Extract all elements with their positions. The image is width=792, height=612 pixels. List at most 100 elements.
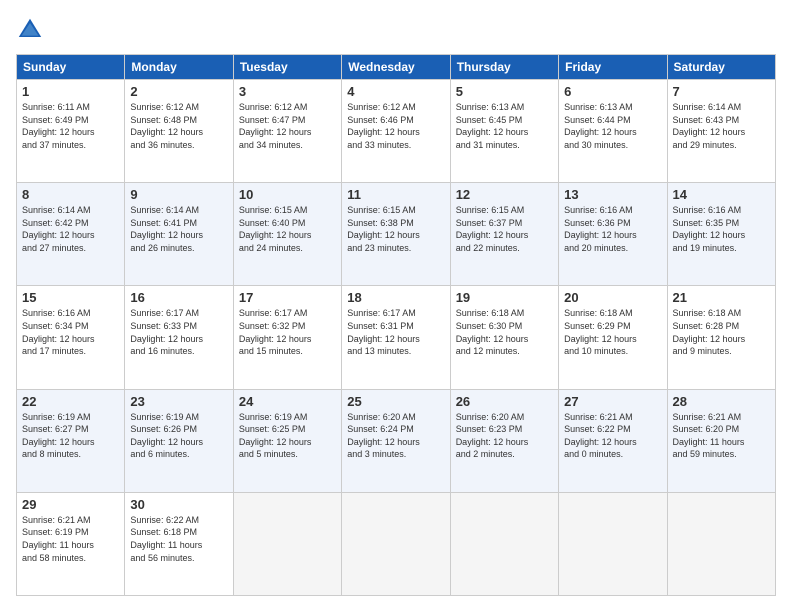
- day-info: Sunrise: 6:13 AM Sunset: 6:44 PM Dayligh…: [564, 101, 661, 151]
- calendar-week-1: 1 Sunrise: 6:11 AM Sunset: 6:49 PM Daylig…: [17, 80, 776, 183]
- day-info: Sunrise: 6:12 AM Sunset: 6:46 PM Dayligh…: [347, 101, 444, 151]
- day-info: Sunrise: 6:14 AM Sunset: 6:43 PM Dayligh…: [673, 101, 770, 151]
- day-info: Sunrise: 6:15 AM Sunset: 6:40 PM Dayligh…: [239, 204, 336, 254]
- day-number: 6: [564, 84, 661, 99]
- calendar-week-5: 29 Sunrise: 6:21 AM Sunset: 6:19 PM Dayli…: [17, 492, 776, 595]
- calendar-cell: 5 Sunrise: 6:13 AM Sunset: 6:45 PM Daylig…: [450, 80, 558, 183]
- day-info: Sunrise: 6:20 AM Sunset: 6:23 PM Dayligh…: [456, 411, 553, 461]
- day-info: Sunrise: 6:19 AM Sunset: 6:27 PM Dayligh…: [22, 411, 119, 461]
- day-info: Sunrise: 6:19 AM Sunset: 6:25 PM Dayligh…: [239, 411, 336, 461]
- day-number: 12: [456, 187, 553, 202]
- day-header-wednesday: Wednesday: [342, 55, 450, 80]
- calendar-cell: 23 Sunrise: 6:19 AM Sunset: 6:26 PM Dayli…: [125, 389, 233, 492]
- calendar-cell: 20Sunrise: 6:18 AM Sunset: 6:29 PM Dayli…: [559, 286, 667, 389]
- day-number: 24: [239, 394, 336, 409]
- calendar-cell: 26 Sunrise: 6:20 AM Sunset: 6:23 PM Dayli…: [450, 389, 558, 492]
- day-info: Sunrise: 6:11 AM Sunset: 6:49 PM Dayligh…: [22, 101, 119, 151]
- calendar-cell: [233, 492, 341, 595]
- day-number: 22: [22, 394, 119, 409]
- calendar-cell: 18 Sunrise: 6:17 AM Sunset: 6:31 PM Dayli…: [342, 286, 450, 389]
- day-header-sunday: Sunday: [17, 55, 125, 80]
- day-number: 5: [456, 84, 553, 99]
- day-info: Sunrise: 6:14 AM Sunset: 6:42 PM Dayligh…: [22, 204, 119, 254]
- calendar: SundayMondayTuesdayWednesdayThursdayFrid…: [16, 54, 776, 596]
- calendar-cell: 13 Sunrise: 6:16 AM Sunset: 6:36 PM Dayli…: [559, 183, 667, 286]
- calendar-cell: 8 Sunrise: 6:14 AM Sunset: 6:42 PM Daylig…: [17, 183, 125, 286]
- calendar-cell: 11 Sunrise: 6:15 AM Sunset: 6:38 PM Dayli…: [342, 183, 450, 286]
- day-number: 17: [239, 290, 336, 305]
- calendar-week-4: 22 Sunrise: 6:19 AM Sunset: 6:27 PM Dayli…: [17, 389, 776, 492]
- day-info: Sunrise: 6:21 AM Sunset: 6:22 PM Dayligh…: [564, 411, 661, 461]
- calendar-cell: [559, 492, 667, 595]
- day-info: Sunrise: 6:20 AM Sunset: 6:24 PM Dayligh…: [347, 411, 444, 461]
- day-info: Sunrise: 6:17 AM Sunset: 6:31 PM Dayligh…: [347, 307, 444, 357]
- day-number: 13: [564, 187, 661, 202]
- calendar-week-3: 15 Sunrise: 6:16 AM Sunset: 6:34 PM Dayli…: [17, 286, 776, 389]
- calendar-cell: [450, 492, 558, 595]
- day-number: 1: [22, 84, 119, 99]
- day-header-saturday: Saturday: [667, 55, 775, 80]
- day-header-monday: Monday: [125, 55, 233, 80]
- day-number: 21: [673, 290, 770, 305]
- day-number: 10: [239, 187, 336, 202]
- calendar-header-row: SundayMondayTuesdayWednesdayThursdayFrid…: [17, 55, 776, 80]
- logo-icon: [16, 16, 44, 44]
- day-info: Sunrise: 6:14 AM Sunset: 6:41 PM Dayligh…: [130, 204, 227, 254]
- day-number: 18: [347, 290, 444, 305]
- calendar-cell: 12 Sunrise: 6:15 AM Sunset: 6:37 PM Dayli…: [450, 183, 558, 286]
- calendar-cell: 6 Sunrise: 6:13 AM Sunset: 6:44 PM Daylig…: [559, 80, 667, 183]
- day-info: Sunrise: 6:15 AM Sunset: 6:37 PM Dayligh…: [456, 204, 553, 254]
- day-number: 9: [130, 187, 227, 202]
- day-info: Sunrise: 6:12 AM Sunset: 6:48 PM Dayligh…: [130, 101, 227, 151]
- calendar-cell: 15 Sunrise: 6:16 AM Sunset: 6:34 PM Dayli…: [17, 286, 125, 389]
- day-number: 30: [130, 497, 227, 512]
- day-info: Sunrise: 6:16 AM Sunset: 6:36 PM Dayligh…: [564, 204, 661, 254]
- day-number: 29: [22, 497, 119, 512]
- calendar-cell: 24 Sunrise: 6:19 AM Sunset: 6:25 PM Dayli…: [233, 389, 341, 492]
- day-info: Sunrise: 6:21 AM Sunset: 6:19 PM Dayligh…: [22, 514, 119, 564]
- day-header-thursday: Thursday: [450, 55, 558, 80]
- calendar-cell: 27 Sunrise: 6:21 AM Sunset: 6:22 PM Dayli…: [559, 389, 667, 492]
- day-info: Sunrise: 6:17 AM Sunset: 6:32 PM Dayligh…: [239, 307, 336, 357]
- day-info: Sunrise: 6:21 AM Sunset: 6:20 PM Dayligh…: [673, 411, 770, 461]
- calendar-cell: 3Sunrise: 6:12 AM Sunset: 6:47 PM Daylig…: [233, 80, 341, 183]
- calendar-cell: [342, 492, 450, 595]
- day-info: Sunrise: 6:16 AM Sunset: 6:35 PM Dayligh…: [673, 204, 770, 254]
- day-header-friday: Friday: [559, 55, 667, 80]
- calendar-cell: 19 Sunrise: 6:18 AM Sunset: 6:30 PM Dayli…: [450, 286, 558, 389]
- calendar-cell: 7Sunrise: 6:14 AM Sunset: 6:43 PM Daylig…: [667, 80, 775, 183]
- calendar-cell: 14 Sunrise: 6:16 AM Sunset: 6:35 PM Dayli…: [667, 183, 775, 286]
- calendar-cell: [667, 492, 775, 595]
- day-info: Sunrise: 6:17 AM Sunset: 6:33 PM Dayligh…: [130, 307, 227, 357]
- day-number: 23: [130, 394, 227, 409]
- day-number: 11: [347, 187, 444, 202]
- calendar-cell: 2Sunrise: 6:12 AM Sunset: 6:48 PM Daylig…: [125, 80, 233, 183]
- day-info: Sunrise: 6:18 AM Sunset: 6:30 PM Dayligh…: [456, 307, 553, 357]
- day-info: Sunrise: 6:19 AM Sunset: 6:26 PM Dayligh…: [130, 411, 227, 461]
- day-info: Sunrise: 6:18 AM Sunset: 6:29 PM Dayligh…: [564, 307, 661, 357]
- day-number: 27: [564, 394, 661, 409]
- calendar-cell: 16 Sunrise: 6:17 AM Sunset: 6:33 PM Dayli…: [125, 286, 233, 389]
- day-number: 14: [673, 187, 770, 202]
- day-number: 26: [456, 394, 553, 409]
- day-number: 25: [347, 394, 444, 409]
- day-number: 15: [22, 290, 119, 305]
- calendar-cell: 25 Sunrise: 6:20 AM Sunset: 6:24 PM Dayli…: [342, 389, 450, 492]
- day-info: Sunrise: 6:16 AM Sunset: 6:34 PM Dayligh…: [22, 307, 119, 357]
- day-number: 16: [130, 290, 227, 305]
- day-info: Sunrise: 6:22 AM Sunset: 6:18 PM Dayligh…: [130, 514, 227, 564]
- day-number: 19: [456, 290, 553, 305]
- header: [16, 16, 776, 44]
- day-info: Sunrise: 6:13 AM Sunset: 6:45 PM Dayligh…: [456, 101, 553, 151]
- calendar-cell: 17 Sunrise: 6:17 AM Sunset: 6:32 PM Dayli…: [233, 286, 341, 389]
- calendar-week-2: 8 Sunrise: 6:14 AM Sunset: 6:42 PM Daylig…: [17, 183, 776, 286]
- day-number: 4: [347, 84, 444, 99]
- calendar-cell: 4 Sunrise: 6:12 AM Sunset: 6:46 PM Daylig…: [342, 80, 450, 183]
- day-info: Sunrise: 6:15 AM Sunset: 6:38 PM Dayligh…: [347, 204, 444, 254]
- calendar-cell: 30 Sunrise: 6:22 AM Sunset: 6:18 PM Dayli…: [125, 492, 233, 595]
- day-number: 3: [239, 84, 336, 99]
- calendar-cell: 21Sunrise: 6:18 AM Sunset: 6:28 PM Dayli…: [667, 286, 775, 389]
- day-number: 8: [22, 187, 119, 202]
- calendar-cell: 9 Sunrise: 6:14 AM Sunset: 6:41 PM Daylig…: [125, 183, 233, 286]
- calendar-cell: 29 Sunrise: 6:21 AM Sunset: 6:19 PM Dayli…: [17, 492, 125, 595]
